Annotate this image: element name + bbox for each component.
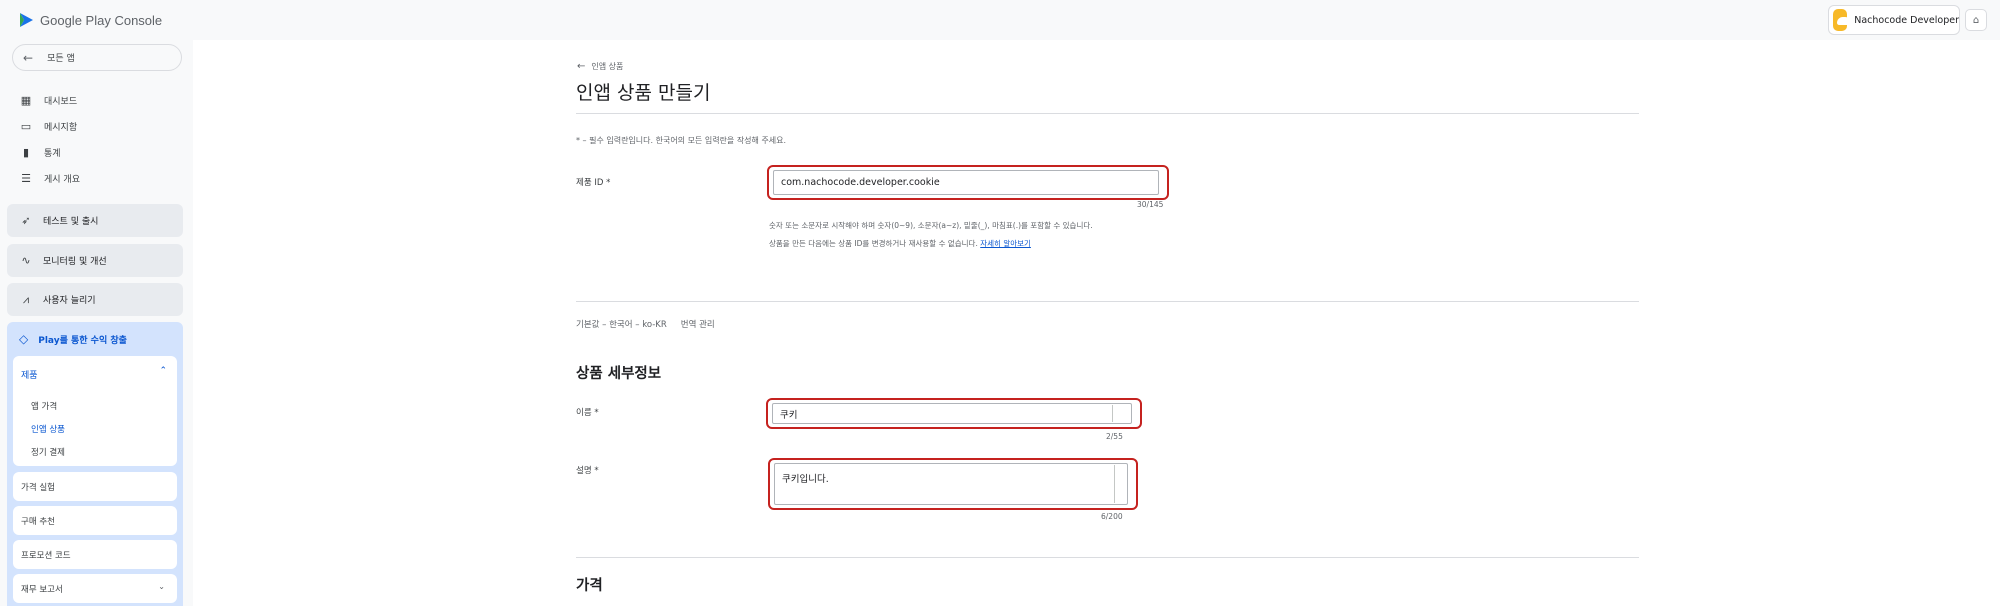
inbox-icon: ▭ (20, 119, 32, 133)
top-app-bar: Google Play Console Nachocode Developer … (0, 0, 2000, 40)
sidebar-item-financial-reports[interactable]: 재무 보고서 ⌄ (13, 574, 177, 603)
dashboard-icon: ▦ (20, 93, 32, 107)
chevron-up-icon[interactable]: ⌃ (159, 366, 167, 376)
pulse-icon: ∿ (21, 254, 31, 267)
rocket-icon: ➶ (21, 214, 31, 227)
sidebar-item-purchase-options[interactable]: 구매 추천 (13, 506, 177, 535)
name-counter: 2/55 (1106, 432, 1123, 441)
product-id-warning: 상품을 만든 다음에는 상품 ID를 변경하거나 재사용할 수 없습니다. 자세… (769, 239, 1031, 248)
divider (576, 113, 1639, 114)
product-id-label: 제품 ID * (576, 178, 611, 188)
manage-translations-link[interactable]: 번역 관리 (681, 318, 715, 330)
arrow-back-icon: ← (577, 61, 586, 72)
brand-name: Google Play Console (40, 12, 163, 28)
arrow-back-icon: ← (23, 50, 34, 65)
sidebar-section-test-release[interactable]: ➶ 테스트 및 출시 (7, 204, 183, 237)
developer-avatar (1833, 9, 1848, 31)
learn-more-link[interactable]: 자세히 알아보기 (980, 239, 1031, 248)
sidebar-item-promo-codes[interactable]: 프로모션 코드 (13, 540, 177, 569)
name-label: 이름 * (576, 408, 599, 418)
sidebar: ← 모든 앱 ▦ 대시보드 ▭ 메시지함 ▮ 통계 ☰ 게시 개요 ➶ 테스트 … (0, 40, 193, 606)
sidebar-section-monitor-improve[interactable]: ∿ 모니터링 및 개선 (7, 244, 183, 277)
bar-chart-icon: ▮ (22, 145, 30, 159)
products-toggle[interactable]: 제품 (21, 368, 38, 381)
all-apps-label: 모든 앱 (47, 54, 75, 64)
divider (576, 301, 1639, 302)
product-id-counter: 30/145 (1137, 200, 1164, 209)
main-content: ← 인앱 상품 인앱 상품 만들기 * – 필수 입력란입니다. 한국어의 모든… (193, 40, 2000, 606)
sidebar-item-statistics[interactable]: ▮ 통계 (19, 142, 61, 162)
sidebar-section-monetize: ◇ Play를 통한 수익 창출 제품 ⌃ 앱 가격 인앱 상품 정기 결제 가… (7, 322, 183, 606)
all-apps-button[interactable]: ← 모든 앱 (12, 44, 182, 71)
product-id-help: 숫자 또는 소문자로 시작해야 하며 숫자(0~9), 소문자(a~z), 밑줄… (769, 221, 1093, 230)
description-highlight: 쿠키입니다. (768, 458, 1138, 510)
sidebar-item-subscriptions[interactable]: 정기 결제 (31, 446, 65, 458)
sidebar-item-app-pricing[interactable]: 앱 가격 (31, 400, 57, 412)
breadcrumb[interactable]: ← 인앱 상품 (577, 61, 623, 72)
default-language: 기본값 – 한국어 – ko-KR (576, 320, 667, 330)
account-name: Nachocode Developer (1854, 14, 1959, 26)
product-id-highlight: com.nachocode.developer.cookie (767, 165, 1169, 200)
play-console-logo-icon (20, 13, 33, 27)
play-console-logo[interactable]: Google Play Console (19, 12, 162, 28)
required-note: * – 필수 입력란입니다. 한국어의 모든 입력란을 작성해 주세요. (576, 136, 787, 145)
sidebar-item-inbox[interactable]: ▭ 메시지함 (19, 116, 77, 136)
publishing-overview-icon: ☰ (21, 171, 31, 185)
sidebar-item-price-experiments[interactable]: 가격 실험 (13, 472, 177, 501)
account-switcher[interactable]: Nachocode Developer (1828, 5, 1960, 35)
product-details-title: 상품 세부정보 (576, 366, 662, 382)
sidebar-item-publishing-overview[interactable]: ☰ 게시 개요 (19, 168, 80, 188)
sidebar-item-dashboard[interactable]: ▦ 대시보드 (19, 90, 77, 110)
description-textarea[interactable]: 쿠키입니다. (774, 463, 1128, 505)
page-title: 인앱 상품 만들기 (576, 82, 711, 104)
sidebar-section-grow-users[interactable]: ⩘ 사용자 늘리기 (7, 283, 183, 316)
sidebar-item-in-app-products[interactable]: 인앱 상품 (31, 423, 65, 435)
divider (576, 557, 1639, 558)
price-section-title: 가격 (576, 578, 603, 594)
product-id-input[interactable]: com.nachocode.developer.cookie (773, 170, 1159, 195)
chevron-down-icon: ⌄ (158, 582, 165, 591)
description-label: 설명 * (576, 466, 599, 476)
tag-icon: ◇ (19, 332, 29, 346)
name-input[interactable]: 쿠키 (772, 403, 1132, 424)
briefcase-icon[interactable]: ⌂ (1965, 9, 1987, 31)
description-counter: 6/200 (1101, 512, 1123, 521)
monetize-header[interactable]: ◇ Play를 통한 수익 창출 (19, 332, 127, 346)
products-panel: 제품 ⌃ 앱 가격 인앱 상품 정기 결제 (13, 356, 177, 466)
name-highlight: 쿠키 (766, 398, 1142, 429)
growth-chart-icon: ⩘ (22, 292, 30, 306)
language-row: 기본값 – 한국어 – ko-KR 번역 관리 (576, 318, 715, 330)
